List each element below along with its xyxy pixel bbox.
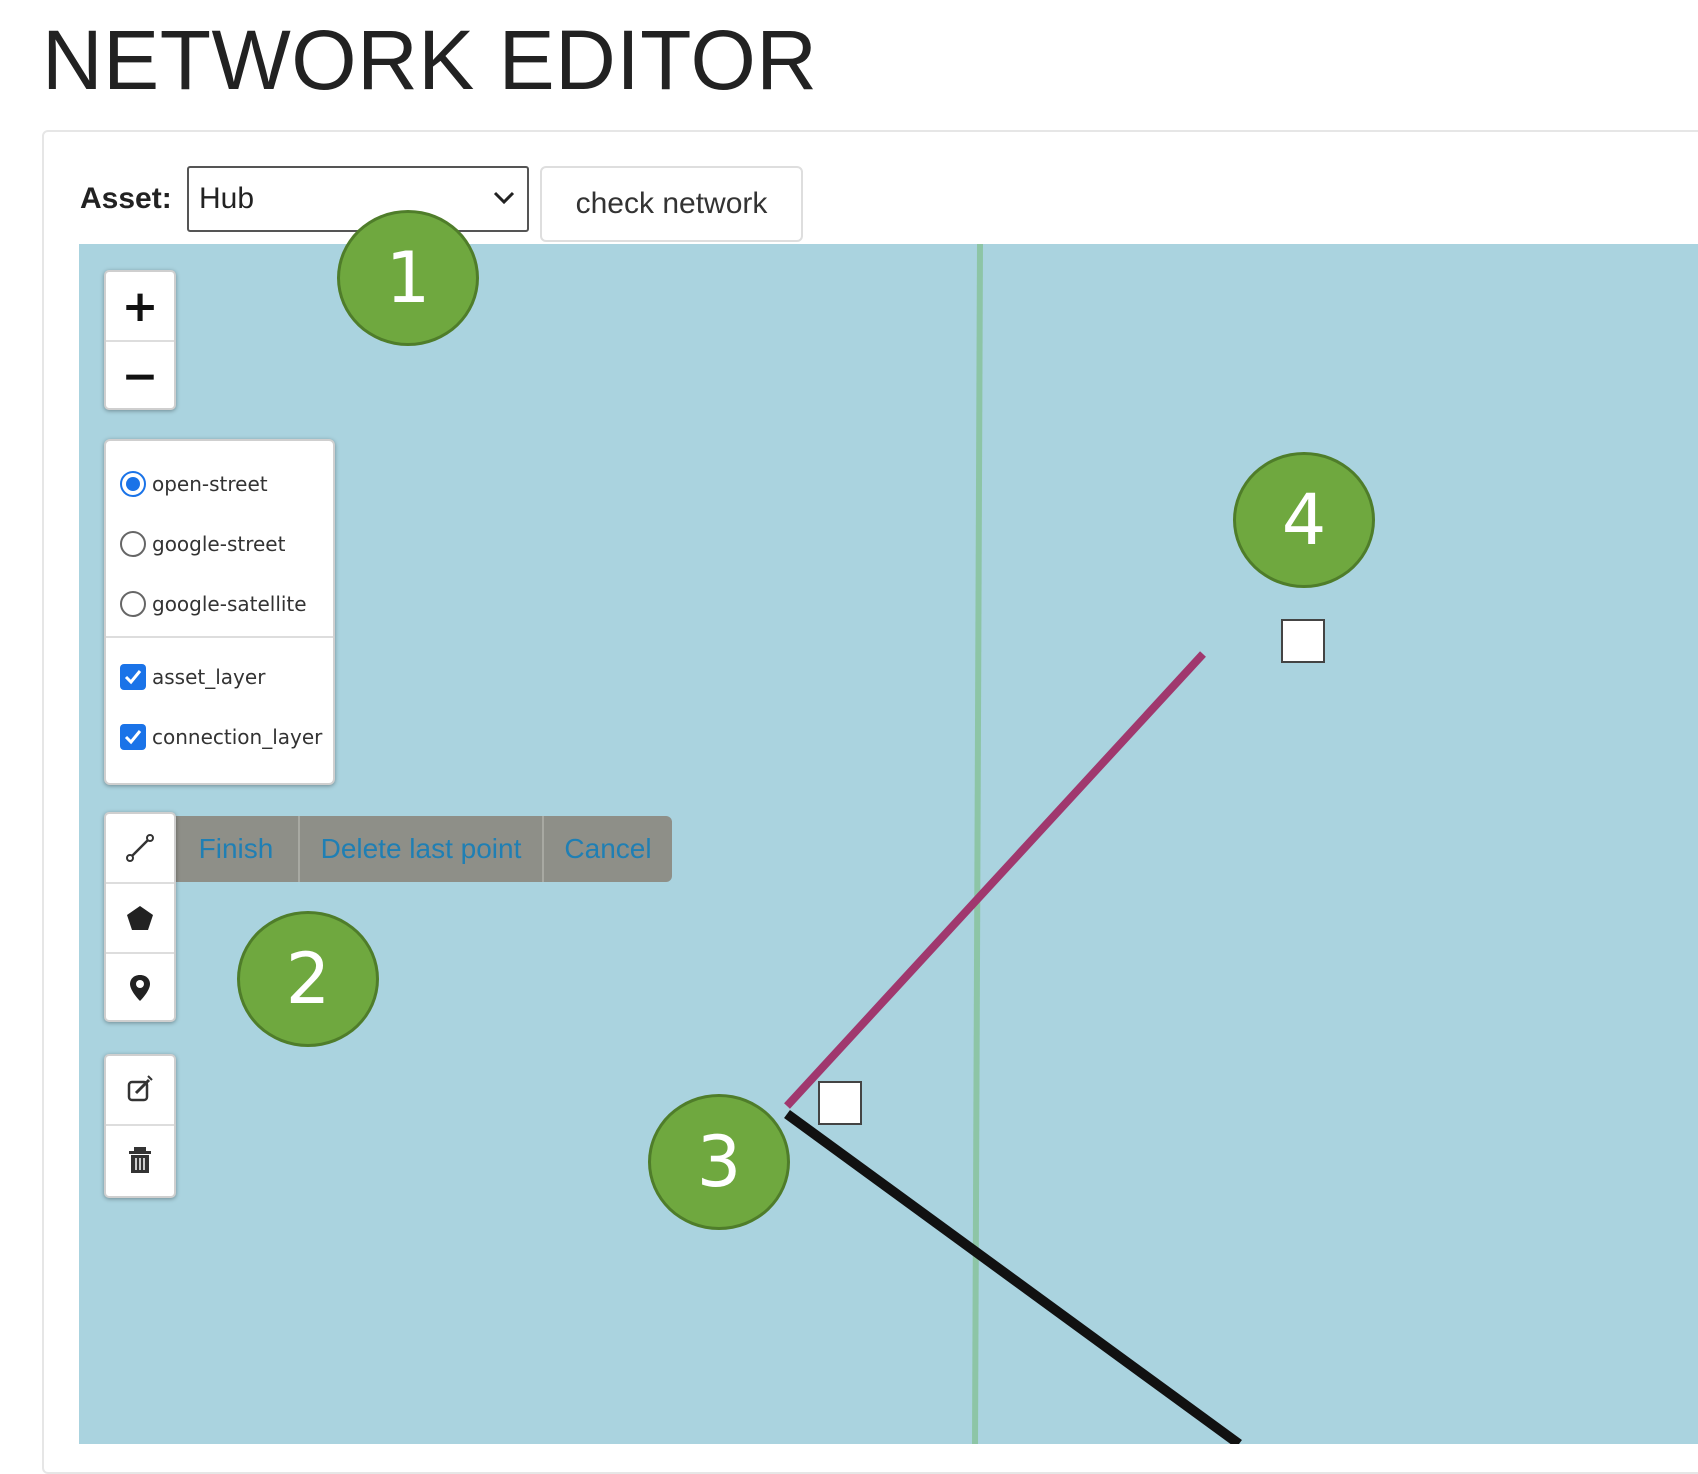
hub-node-start[interactable]: [818, 1081, 862, 1125]
draw-line-button[interactable]: [106, 814, 174, 882]
draw-marker-icon: [130, 975, 150, 1001]
layer-label: google-satellite: [152, 592, 307, 616]
finish-button[interactable]: Finish: [174, 816, 298, 882]
annotation-badge-4: 4: [1233, 452, 1375, 588]
base-layer-google-satellite[interactable]: google-satellite: [120, 586, 307, 622]
boundary-line: [972, 244, 983, 1444]
checkmark-icon: [124, 730, 142, 745]
chevron-down-icon: [493, 191, 515, 205]
checkmark-icon: [124, 670, 142, 685]
active-connection-line[interactable]: [784, 651, 1206, 1109]
existing-connection-line[interactable]: [784, 1109, 1242, 1444]
trash-icon: [129, 1147, 151, 1173]
zoom-in-button[interactable]: +: [106, 272, 174, 340]
check-network-button[interactable]: check network: [540, 166, 803, 242]
zoom-out-button[interactable]: −: [106, 340, 174, 410]
layer-label: open-street: [152, 472, 268, 496]
asset-select-value: Hub: [199, 182, 255, 215]
edit-layers-button[interactable]: [106, 1056, 174, 1124]
base-layer-open-street[interactable]: open-street: [120, 466, 268, 502]
layer-divider: [106, 636, 333, 638]
draw-action-bar: Finish Delete last point Cancel: [174, 816, 672, 882]
radio-unselected[interactable]: [120, 531, 146, 557]
layer-switcher: open-street google-street google-satelli…: [104, 439, 335, 785]
checkbox-checked[interactable]: [120, 724, 146, 750]
delete-last-point-button[interactable]: Delete last point: [298, 816, 542, 882]
zoom-control: + −: [104, 270, 176, 410]
radio-unselected[interactable]: [120, 591, 146, 617]
annotation-badge-2: 2: [237, 911, 379, 1047]
base-layer-google-street[interactable]: google-street: [120, 526, 285, 562]
hub-node-end[interactable]: [1281, 619, 1325, 663]
draw-polygon-button[interactable]: [106, 882, 174, 952]
page-title: NETWORK EDITOR: [42, 13, 818, 107]
checkbox-checked[interactable]: [120, 664, 146, 690]
radio-selected[interactable]: [120, 471, 146, 497]
edit-layers-icon: [127, 1075, 153, 1102]
draw-toolbar: [104, 812, 176, 1022]
draw-marker-button[interactable]: [106, 952, 174, 1022]
draw-line-icon: [126, 834, 154, 862]
overlay-connection-layer[interactable]: connection_layer: [120, 719, 322, 755]
draw-polygon-icon: [127, 906, 153, 930]
annotation-badge-3: 3: [648, 1094, 790, 1230]
layer-label: connection_layer: [152, 725, 323, 749]
annotation-badge-1: 1: [337, 210, 479, 346]
asset-label: Asset:: [80, 182, 172, 215]
layer-label: asset_layer: [152, 665, 266, 689]
delete-layers-button[interactable]: [106, 1124, 174, 1194]
layer-label: google-street: [152, 532, 286, 556]
edit-toolbar: [104, 1054, 176, 1198]
overlay-asset-layer[interactable]: asset_layer: [120, 659, 265, 695]
asset-select[interactable]: Hub: [187, 166, 529, 232]
cancel-draw-button[interactable]: Cancel: [542, 816, 672, 882]
